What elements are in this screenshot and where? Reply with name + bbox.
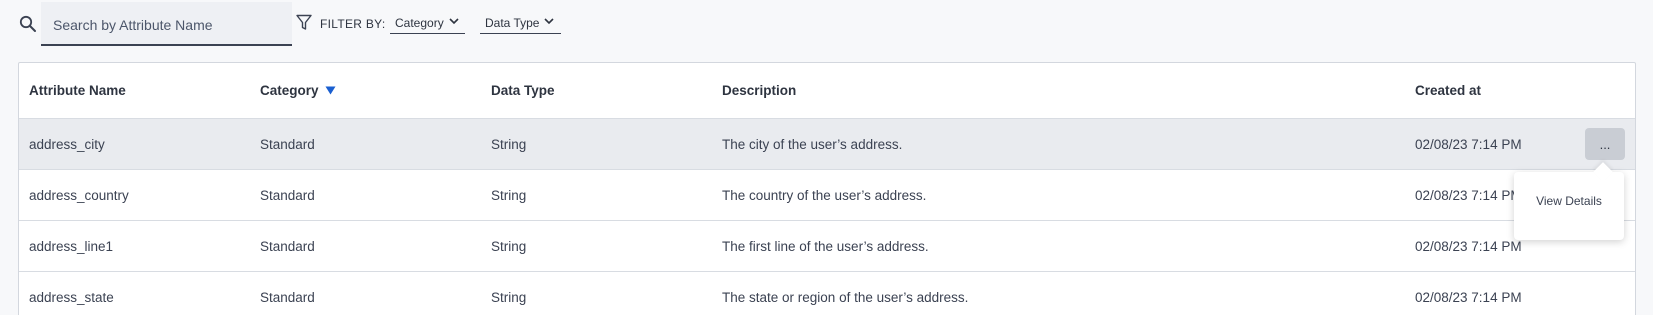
cell-created-at: 02/08/23 7:14 PM	[1415, 238, 1522, 254]
category-filter-label: Category	[395, 16, 444, 30]
category-filter-dropdown[interactable]: Category	[390, 15, 465, 34]
cell-category: Standard	[260, 289, 315, 305]
view-details-menu-item[interactable]: View Details	[1514, 194, 1624, 208]
search-input[interactable]	[41, 2, 292, 44]
cell-category: Standard	[260, 238, 315, 254]
cell-data-type: String	[491, 187, 527, 203]
filter-toolbar: FILTER BY: Category Data Type	[0, 0, 1653, 52]
cell-attribute-name: address_line1	[29, 238, 114, 254]
table-row[interactable]: address_city Standard String The city of…	[19, 119, 1635, 170]
cell-description: The country of the user’s address.	[722, 187, 927, 203]
table-row[interactable]: address_line1 Standard String The first …	[19, 221, 1635, 272]
cell-created-at: 02/08/23 7:14 PM	[1415, 289, 1522, 305]
row-actions-button[interactable]: ...	[1585, 128, 1625, 160]
cell-category: Standard	[260, 187, 315, 203]
cell-created-at: 02/08/23 7:14 PM	[1415, 136, 1522, 152]
table-header-row: Attribute Name Category Data Type Descri…	[19, 63, 1635, 119]
attributes-table: Attribute Name Category Data Type Descri…	[18, 62, 1636, 315]
cell-description: The first line of the user’s address.	[722, 238, 929, 254]
cell-data-type: String	[491, 238, 527, 254]
column-header-category[interactable]: Category	[260, 63, 336, 118]
cell-description: The state or region of the user’s addres…	[722, 289, 969, 305]
cell-attribute-name: address_city	[29, 136, 105, 152]
row-actions-menu: View Details	[1514, 172, 1624, 240]
cell-attribute-name: address_state	[29, 289, 114, 305]
datatype-filter-dropdown[interactable]: Data Type	[480, 15, 561, 34]
search-icon	[19, 15, 36, 32]
chevron-down-icon	[544, 18, 555, 25]
cell-attribute-name: address_country	[29, 187, 129, 203]
table-row[interactable]: address_country Standard String The coun…	[19, 170, 1635, 221]
cell-created-at: 02/08/23 7:14 PM	[1415, 187, 1522, 203]
cell-category: Standard	[260, 136, 315, 152]
datatype-filter-label: Data Type	[485, 16, 540, 30]
filter-icon	[296, 14, 312, 30]
sort-descending-icon	[325, 86, 336, 95]
chevron-down-icon	[449, 18, 459, 25]
column-header-created-at[interactable]: Created at	[1415, 63, 1481, 118]
cell-data-type: String	[491, 136, 527, 152]
column-header-attribute-name[interactable]: Attribute Name	[29, 63, 126, 118]
search-field[interactable]	[41, 2, 292, 46]
cell-description: The city of the user’s address.	[722, 136, 903, 152]
column-header-description[interactable]: Description	[722, 63, 796, 118]
cell-data-type: String	[491, 289, 527, 305]
column-header-data-type[interactable]: Data Type	[491, 63, 555, 118]
filter-by-label: FILTER BY:	[320, 17, 386, 31]
table-row[interactable]: address_state Standard String The state …	[19, 272, 1635, 315]
